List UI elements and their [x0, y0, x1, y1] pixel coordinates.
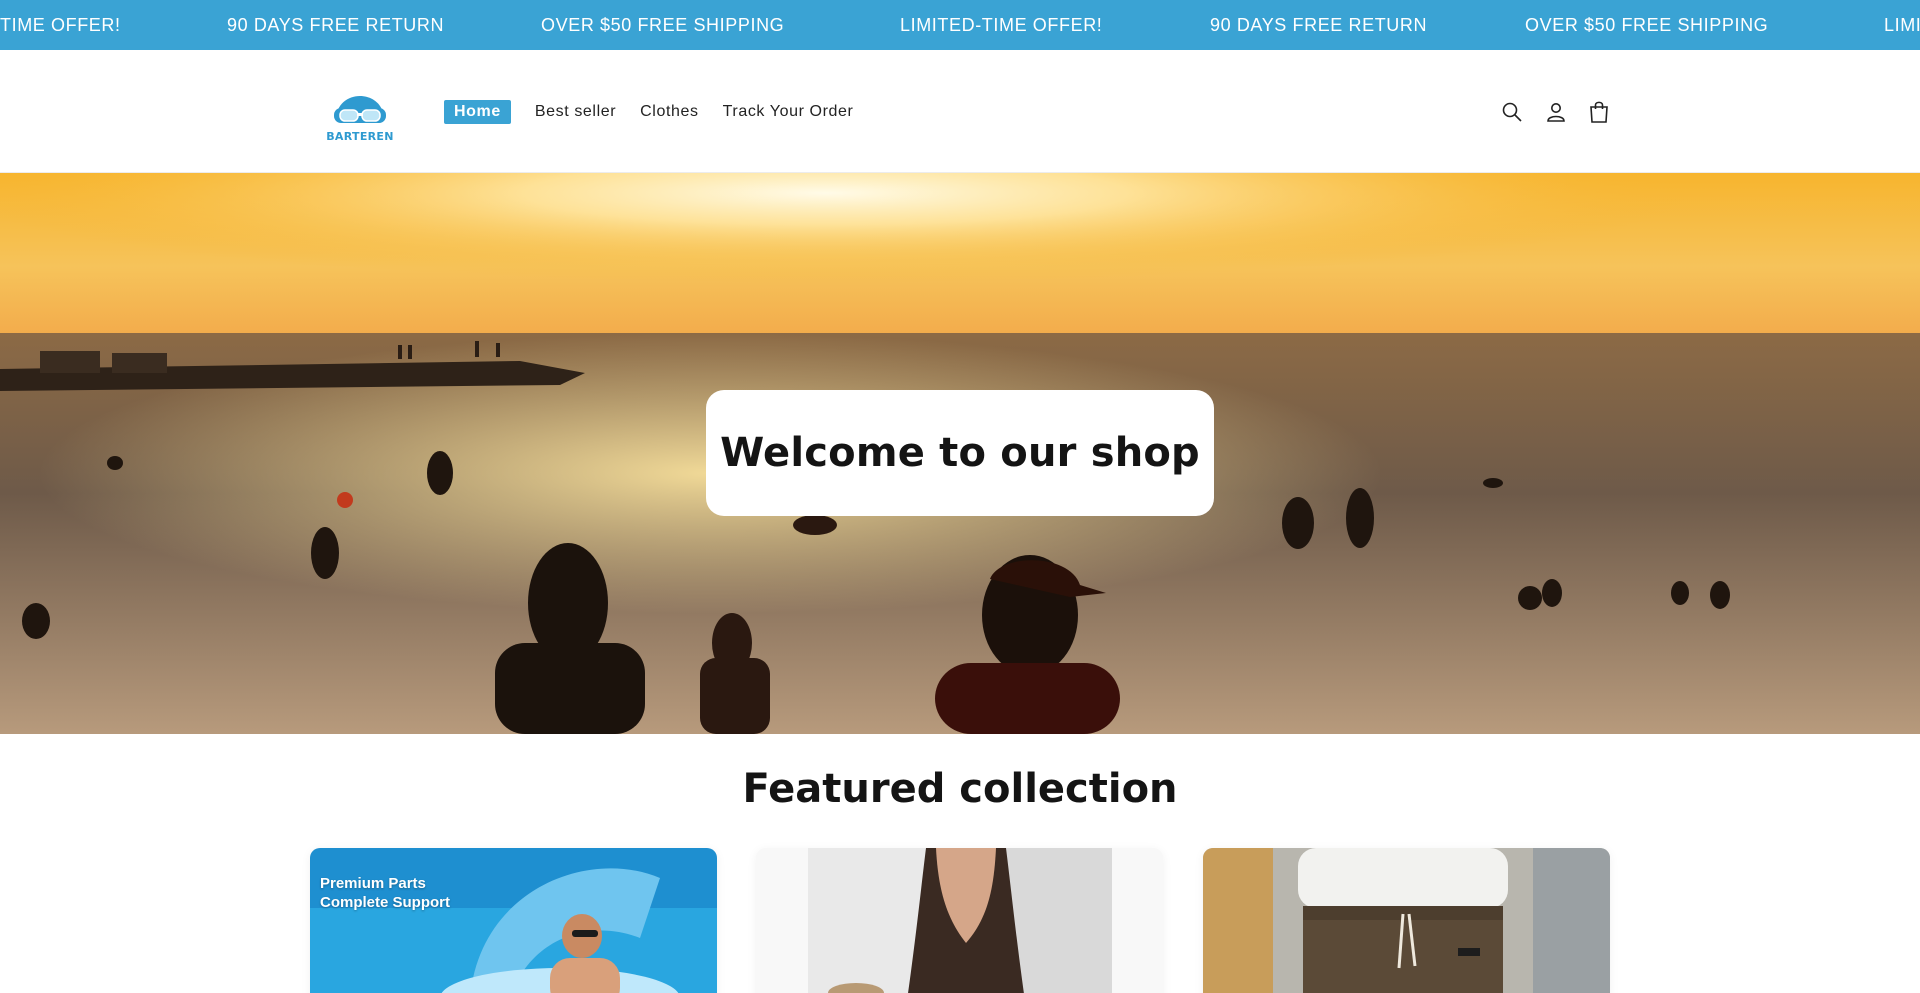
- announcement-message: TIME OFFER!: [0, 15, 121, 35]
- welcome-box: Welcome to our shop: [706, 390, 1214, 516]
- announcement-message: LIMI: [1884, 15, 1920, 35]
- swim-cap-icon: [334, 96, 386, 123]
- hero-heading: Welcome to our shop: [720, 430, 1200, 476]
- search-icon[interactable]: [1497, 97, 1527, 127]
- store-logo[interactable]: BARTEREN: [318, 76, 402, 150]
- product-card[interactable]: [1203, 848, 1610, 993]
- account-icon[interactable]: [1541, 97, 1571, 127]
- announcement-message: 90 DAYS FREE RETURN: [1210, 15, 1428, 35]
- featured-title: Featured collection: [742, 766, 1178, 812]
- nav-clothes[interactable]: Clothes: [640, 103, 698, 121]
- product-caption-line: Premium Parts: [320, 875, 426, 892]
- dress-image: [756, 848, 1163, 993]
- announcement-message: OVER $50 FREE SHIPPING: [1525, 15, 1769, 35]
- nav-best-seller[interactable]: Best seller: [535, 103, 616, 121]
- logo-text: BARTEREN: [326, 130, 394, 143]
- nav-home[interactable]: Home: [444, 100, 511, 124]
- product-card[interactable]: [756, 848, 1163, 993]
- announcement-message: LIMITED-TIME OFFER!: [900, 15, 1103, 35]
- nav-track-order[interactable]: Track Your Order: [723, 103, 854, 121]
- product-card[interactable]: Premium Parts Complete Support: [310, 848, 717, 993]
- hero-banner: Welcome to our shop: [0, 173, 1920, 734]
- announcement-bar: TIME OFFER! 90 DAYS FREE RETURN OVER $50…: [0, 0, 1920, 50]
- product-caption-line: Complete Support: [320, 894, 450, 911]
- product-caption: Premium Parts Complete Support: [320, 874, 450, 912]
- cart-icon[interactable]: [1584, 97, 1614, 127]
- main-nav: Home Best seller Clothes Track Your Orde…: [444, 99, 853, 125]
- announcement-message: OVER $50 FREE SHIPPING: [541, 15, 785, 35]
- site-header: BARTEREN Home Best seller Clothes Track …: [0, 50, 1920, 173]
- pool-float-image: [310, 848, 717, 993]
- announcement-message: 90 DAYS FREE RETURN: [227, 15, 445, 35]
- pants-image: [1203, 848, 1610, 993]
